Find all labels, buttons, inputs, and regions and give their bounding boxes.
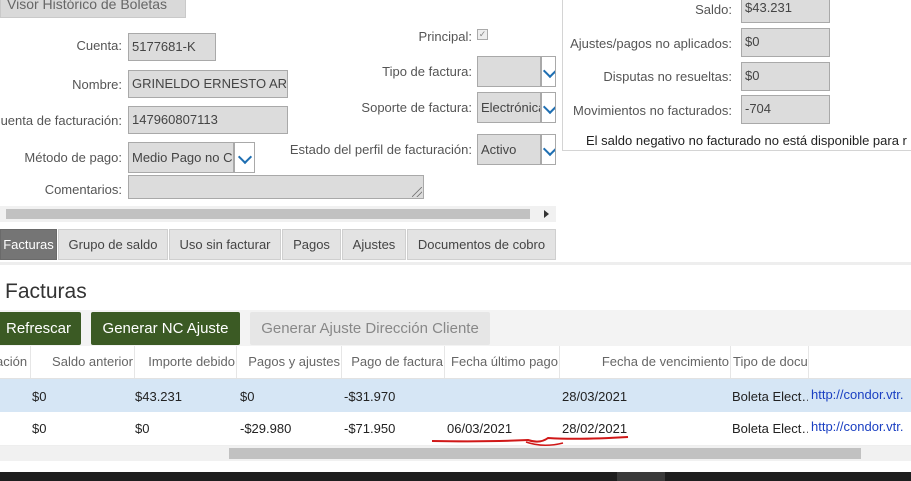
importe-debido-cell: $0 [135, 421, 150, 436]
tab-ajustes[interactable]: Ajustes [342, 229, 406, 260]
saldo-negativo-note: El saldo negativo no facturado no está d… [586, 133, 907, 148]
table-horizontal-scrollbar[interactable] [0, 446, 911, 461]
column-header[interactable]: Tipo de docu [730, 346, 809, 378]
documento-link[interactable]: http://condor.vtr. [811, 387, 911, 402]
tipo-factura-dropdown-button[interactable] [541, 56, 556, 87]
bottom-bar [0, 472, 911, 481]
divider [0, 262, 911, 265]
estado-perfil-label: Estado del perfil de facturación: [289, 142, 472, 157]
metodo-pago-select[interactable]: Medio Pago no C [128, 142, 234, 173]
disputas-label: Disputas no resueltas: [603, 69, 732, 84]
nombre-field[interactable]: GRINELDO ERNESTO ARAI [128, 70, 288, 98]
ajustes-field[interactable]: $0 [741, 28, 830, 57]
cuenta-facturacion-label: Cuenta de facturación: [0, 113, 122, 128]
refrescar-button[interactable]: Refrescar [0, 312, 81, 345]
pago-factura-cell: -$31.970 [344, 389, 396, 404]
cuenta-field[interactable]: 5177681-K [128, 33, 216, 61]
documento-link[interactable]: http://condor.vtr. [811, 419, 911, 434]
pagos-ajustes-cell: $0 [240, 389, 255, 404]
scrollbar-thumb[interactable] [229, 448, 861, 459]
column-divider [808, 346, 809, 378]
pagos-ajustes-cell: -$29.980 [240, 421, 292, 436]
fecha-vencimiento-cell: 28/03/2021 [562, 389, 628, 404]
nombre-label: Nombre: [72, 77, 122, 92]
principal-label: Principal: [418, 29, 472, 44]
soporte-factura-select[interactable]: Electrónica [477, 92, 541, 123]
tab-documentos-cobro[interactable]: Documentos de cobro [407, 229, 556, 260]
importe-debido-cell: $43.231 [135, 389, 182, 404]
tab-grupo-saldo[interactable]: Grupo de saldo [58, 229, 168, 260]
soporte-factura-label: Soporte de factura: [361, 100, 472, 115]
column-header[interactable]: Pago de factura [341, 346, 443, 378]
column-header[interactable]: Fecha de vencimiento [559, 346, 729, 378]
movimientos-field[interactable]: -704 [741, 95, 830, 124]
ajustes-label: Ajustes/pagos no aplicados: [570, 36, 732, 51]
metodo-pago-dropdown-button[interactable] [234, 142, 255, 173]
tab-pagos[interactable]: Pagos [282, 229, 341, 260]
resize-grip-icon[interactable] [412, 187, 422, 197]
movimientos-label: Movimientos no facturados: [573, 103, 732, 118]
tipo-factura-select[interactable] [477, 56, 541, 87]
comentarios-label: Comentarios: [44, 182, 122, 197]
generar-nc-ajuste-button[interactable]: Generar NC Ajuste [91, 312, 240, 345]
panel-horizontal-scrollbar[interactable] [0, 206, 556, 222]
scroll-right-arrow-icon[interactable] [544, 210, 549, 218]
soporte-factura-dropdown-button[interactable] [541, 92, 556, 123]
column-header[interactable]: Pagos y ajustes [236, 346, 340, 378]
chevron-down-icon [542, 63, 555, 79]
tipo-documento-cell: Boleta Elect… [732, 389, 808, 404]
saldo-anterior-cell: $0 [32, 389, 47, 404]
tab-uso-sin-facturar[interactable]: Uso sin facturar [169, 229, 281, 260]
column-header[interactable]: Saldo anterior [30, 346, 133, 378]
section-title: Facturas [5, 280, 87, 303]
estado-perfil-dropdown-button[interactable] [541, 134, 556, 165]
column-header[interactable]: Importe debido [134, 346, 235, 378]
disputas-field[interactable]: $0 [741, 62, 830, 91]
tipo-documento-cell: Boleta Elect… [732, 421, 808, 436]
chevron-down-icon [542, 141, 555, 157]
estado-perfil-select[interactable]: Activo [477, 134, 541, 165]
tipo-factura-label: Tipo de factura: [382, 64, 472, 79]
tab-facturas[interactable]: Facturas [0, 229, 57, 260]
pago-factura-cell: -$71.950 [344, 421, 396, 436]
saldo-anterior-cell: $0 [32, 421, 47, 436]
column-header[interactable]: ación [0, 346, 28, 378]
comentarios-textarea[interactable] [128, 175, 424, 199]
scrollbar-thumb[interactable] [6, 209, 530, 219]
panel-title: Visor Histórico de Boletas [0, 0, 186, 18]
generar-ajuste-direccion-button[interactable]: Generar Ajuste Dirección Cliente [250, 312, 490, 345]
metodo-pago-label: Método de pago: [24, 150, 122, 165]
saldo-label: Saldo: [695, 2, 732, 17]
chevron-down-icon [237, 149, 253, 165]
chevron-down-icon [542, 99, 555, 115]
saldo-field[interactable]: $43.231 [741, 0, 830, 23]
cuenta-label: Cuenta: [76, 38, 122, 53]
column-header[interactable]: Fecha último pago [444, 346, 558, 378]
bottom-bar-button[interactable] [617, 472, 665, 481]
principal-checkbox[interactable]: ✓ [477, 29, 488, 40]
cuenta-facturacion-field[interactable]: 147960807113 [128, 106, 288, 134]
